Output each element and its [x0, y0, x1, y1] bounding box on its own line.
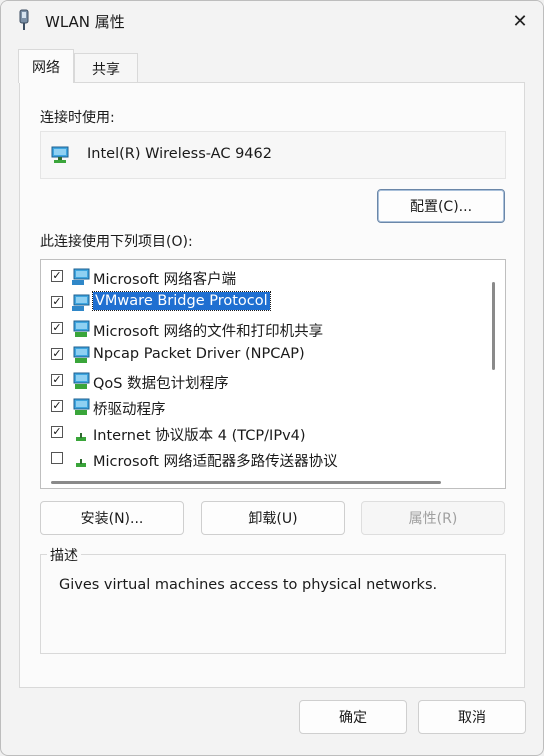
cancel-button[interactable]: 取消 [418, 700, 526, 734]
item-checkbox[interactable]: ✓ [51, 296, 63, 308]
description-legend: 描述 [47, 545, 81, 565]
close-button[interactable]: ✕ [497, 1, 543, 41]
networking-panel: 连接时使用: Intel(R) Wireless-AC 9462 配置(C)..… [19, 82, 525, 688]
item-label: Npcap Packet Driver (NPCAP) [93, 346, 305, 362]
ok-button-label: 确定 [339, 710, 367, 726]
description-group: 描述 Gives virtual machines access to phys… [40, 545, 506, 654]
adapter-name: Intel(R) Wireless-AC 9462 [87, 146, 272, 162]
item-label: Microsoft 网络客户端 [93, 272, 237, 288]
adapter-display: Intel(R) Wireless-AC 9462 [40, 131, 506, 179]
item-checkbox[interactable]: ✓ [51, 270, 63, 282]
close-icon: ✕ [512, 10, 528, 32]
list-item[interactable]: Microsoft 网络适配器多路传送器协议 [41, 446, 481, 472]
description-text: Gives virtual machines access to physica… [59, 577, 438, 593]
network-service-icon [73, 346, 90, 363]
properties-button-label: 属性(R) [408, 511, 458, 527]
configure-button-label: 配置(C)... [409, 199, 473, 215]
item-checkbox[interactable] [51, 452, 63, 464]
network-adapter-icon [19, 9, 29, 30]
protocol-icon [76, 433, 86, 441]
configure-button[interactable]: 配置(C)... [377, 189, 505, 223]
ok-button[interactable]: 确定 [299, 700, 407, 734]
tab-networking-label: 网络 [32, 59, 60, 76]
list-item[interactable]: ✓ Internet 协议版本 4 (TCP/IPv4) [41, 420, 481, 446]
list-item[interactable]: ✓ Npcap Packet Driver (NPCAP) [41, 342, 481, 368]
item-checkbox[interactable]: ✓ [51, 348, 63, 360]
properties-dialog: WLAN 属性 ✕ 网络 共享 连接时使用: Intel(R) Wireless… [0, 0, 544, 756]
install-button[interactable]: 安装(N)... [40, 501, 184, 535]
network-service-icon [73, 398, 90, 415]
connect-using-label: 连接时使用: [40, 110, 115, 126]
title-bar[interactable]: WLAN 属性 ✕ [1, 1, 543, 41]
tab-networking[interactable]: 网络 [18, 49, 74, 83]
list-item[interactable]: ✓ VMware Bridge Protocol [41, 290, 481, 316]
item-label: 桥驱动程序 [93, 402, 166, 418]
network-card-icon [51, 146, 69, 163]
cancel-button-label: 取消 [458, 710, 486, 726]
items-label: 此连接使用下列项目(O): [40, 234, 193, 250]
properties-button[interactable]: 属性(R) [361, 501, 505, 535]
horizontal-scrollbar[interactable] [51, 481, 441, 484]
network-client-icon [72, 268, 90, 285]
item-checkbox[interactable]: ✓ [51, 374, 63, 386]
window-title: WLAN 属性 [45, 13, 125, 31]
tab-sharing-label: 共享 [92, 61, 120, 78]
item-label: Internet 协议版本 4 (TCP/IPv4) [93, 428, 306, 444]
tab-sharing[interactable]: 共享 [74, 53, 138, 83]
components-list[interactable]: ✓ Microsoft 网络客户端 ✓ VMware Bridge Protoc… [40, 259, 506, 489]
network-service-icon [72, 294, 90, 311]
list-item[interactable]: ✓ Microsoft 网络的文件和打印机共享 [41, 316, 481, 342]
item-checkbox[interactable]: ✓ [51, 426, 63, 438]
install-button-label: 安装(N)... [80, 511, 144, 527]
item-label: Microsoft 网络适配器多路传送器协议 [93, 454, 338, 470]
list-item[interactable]: ✓ Microsoft 网络客户端 [41, 264, 481, 290]
list-item[interactable]: ✓ 桥驱动程序 [41, 394, 481, 420]
item-label: Microsoft 网络的文件和打印机共享 [93, 324, 324, 340]
item-checkbox[interactable]: ✓ [51, 322, 63, 334]
protocol-icon [76, 459, 86, 467]
network-service-icon [73, 320, 90, 337]
list-item[interactable]: ✓ QoS 数据包计划程序 [41, 368, 481, 394]
uninstall-button[interactable]: 卸载(U) [201, 501, 345, 535]
item-label: VMware Bridge Protocol [92, 291, 271, 311]
vertical-scrollbar[interactable] [492, 282, 495, 370]
item-label: QoS 数据包计划程序 [93, 376, 229, 392]
item-checkbox[interactable]: ✓ [51, 400, 63, 412]
network-service-icon [73, 372, 90, 389]
uninstall-button-label: 卸载(U) [248, 511, 298, 527]
